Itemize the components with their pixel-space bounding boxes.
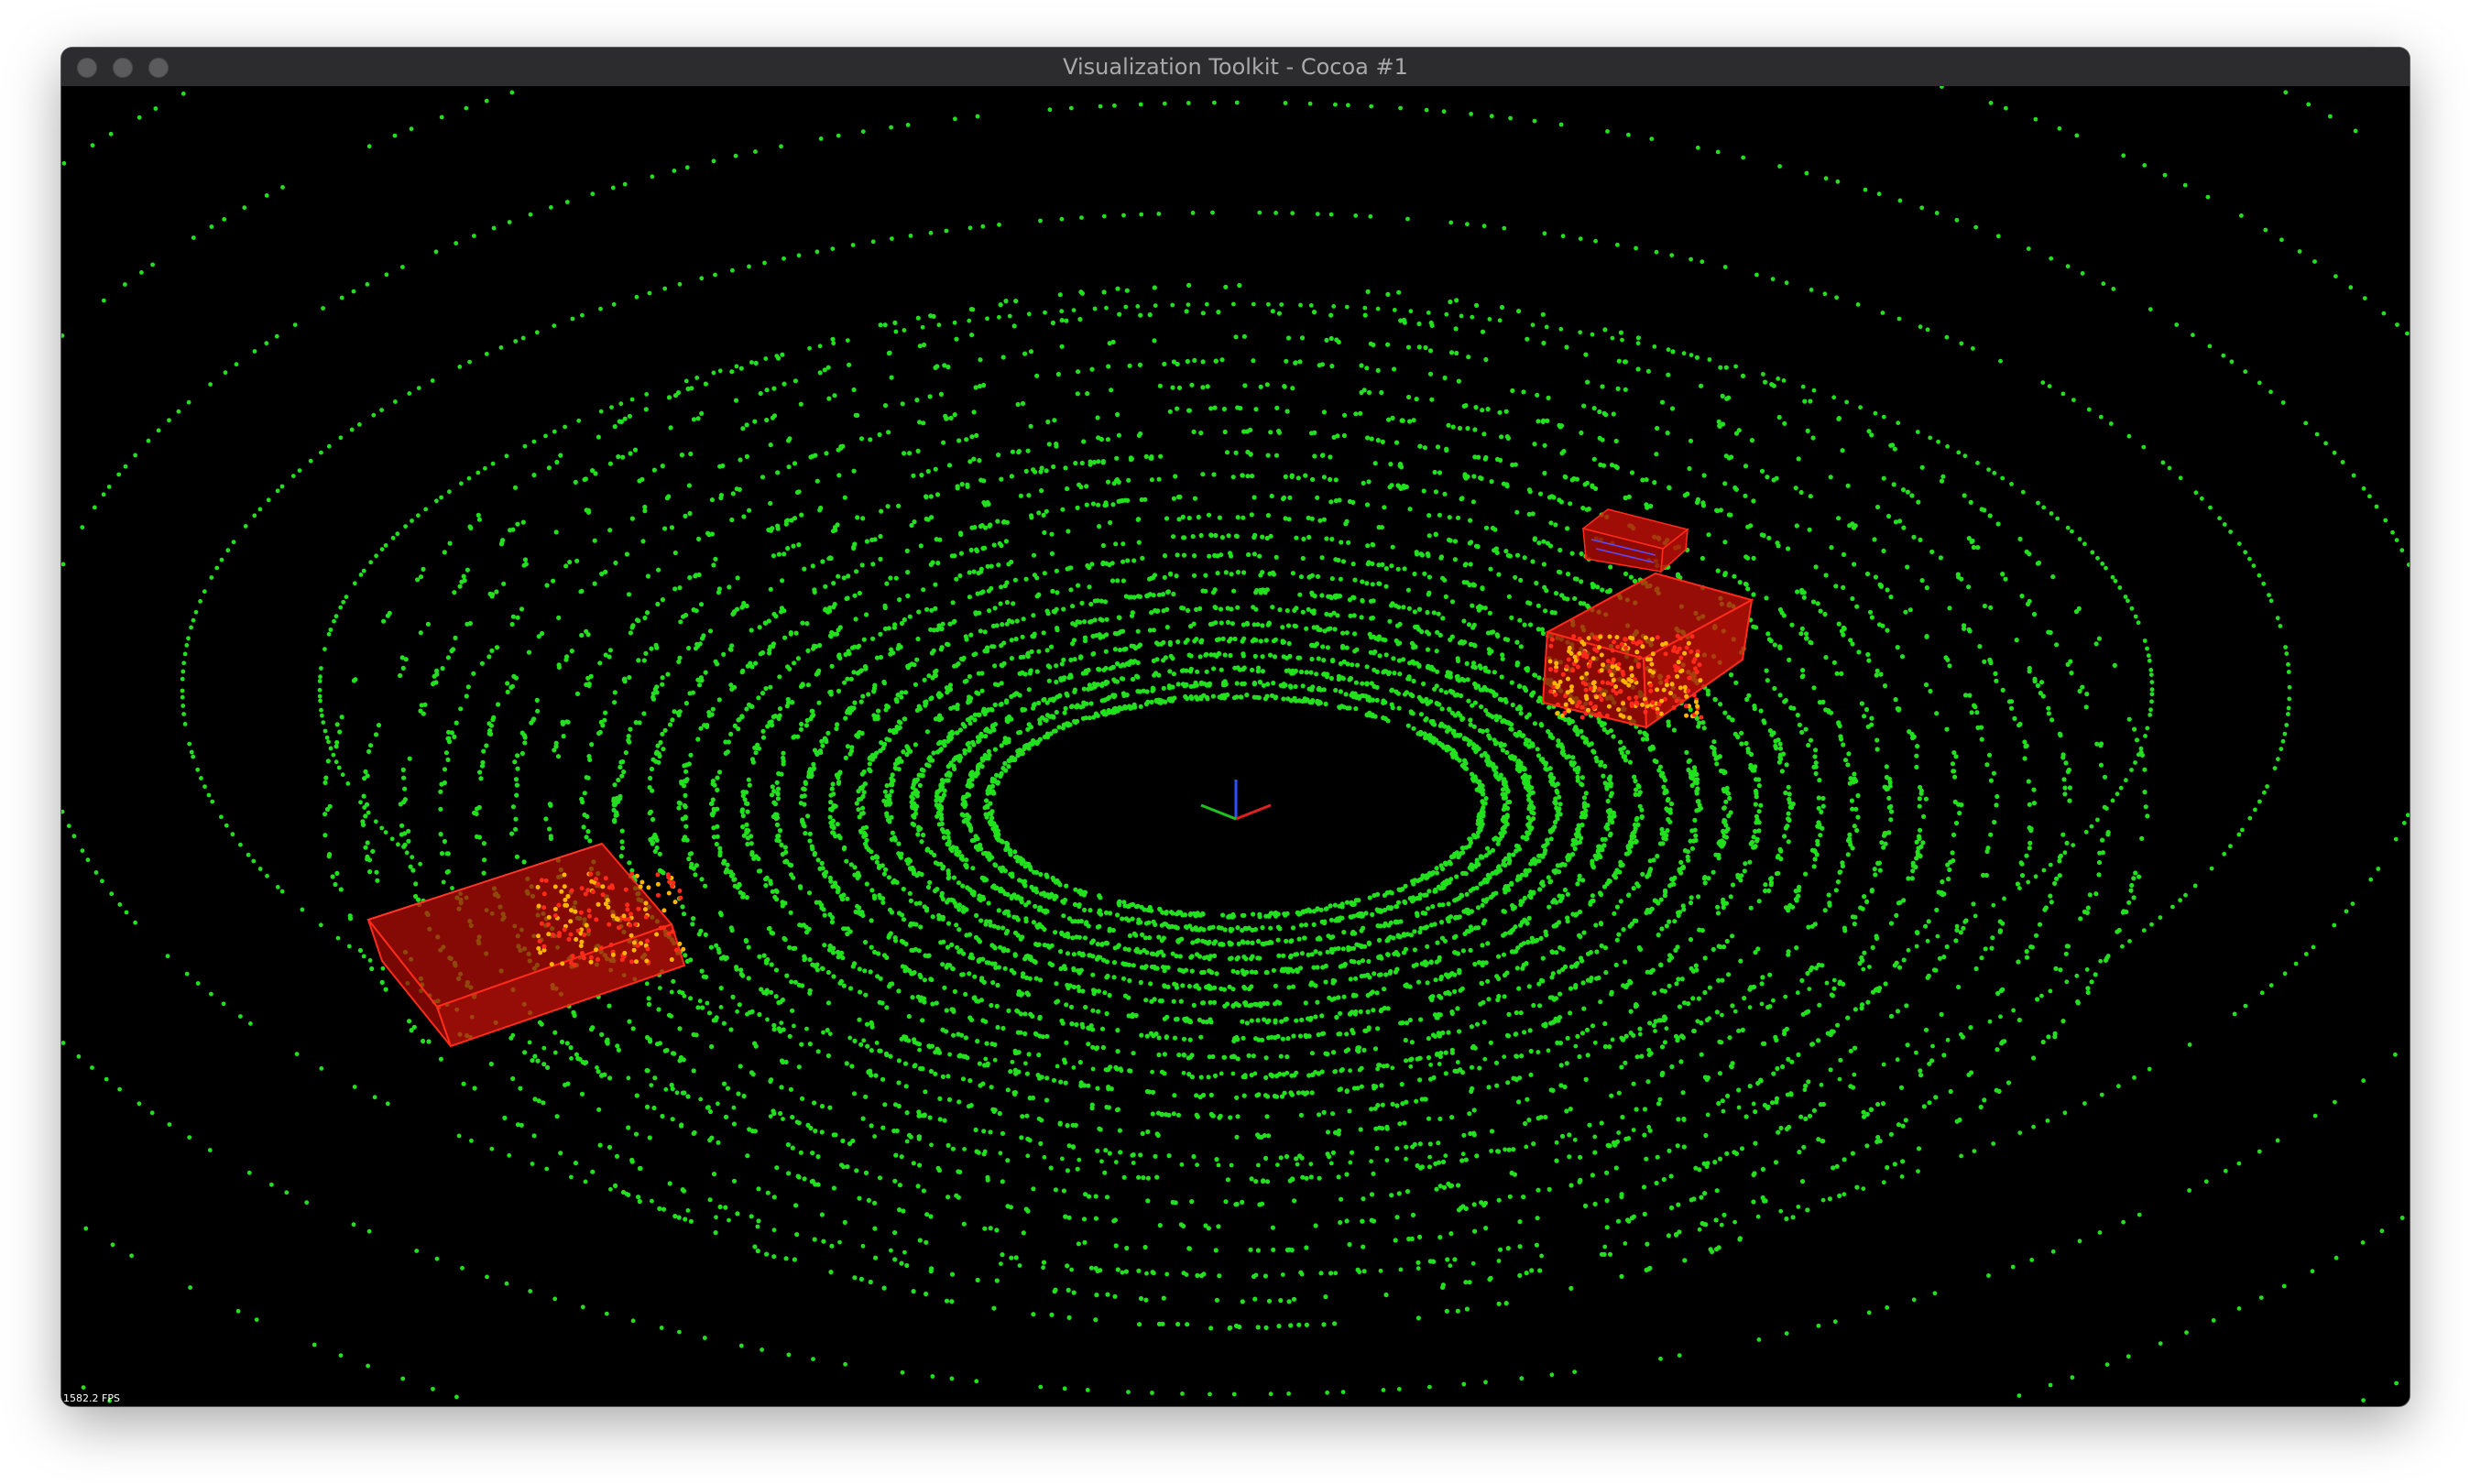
window-title: Visualization Toolkit - Cocoa #1 [1063,54,1408,80]
vtk-window: Visualization Toolkit - Cocoa #1 1582.2 … [61,48,2410,1406]
render-viewport[interactable]: 1582.2 FPS [61,86,2410,1406]
point-cloud-scene[interactable] [61,86,2410,1406]
axes-widget [1200,780,1272,821]
point-cloud [61,86,2410,1403]
fps-readout: 1582.2 FPS [63,1392,120,1404]
bounding-box-right-small [1581,508,1689,573]
title-bar[interactable]: Visualization Toolkit - Cocoa #1 [61,48,2410,87]
